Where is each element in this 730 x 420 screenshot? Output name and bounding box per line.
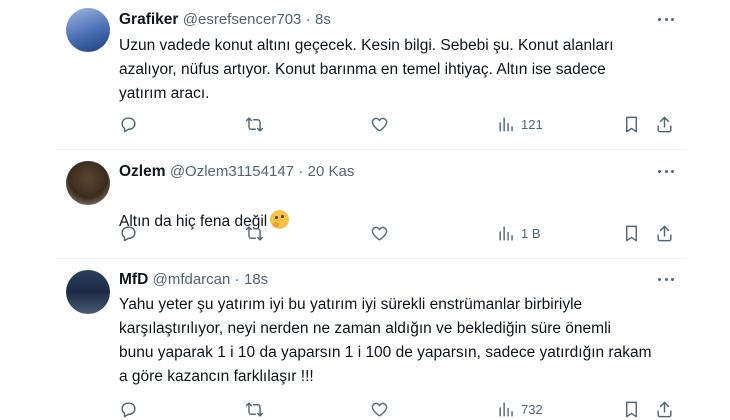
more-icon[interactable] xyxy=(656,269,676,289)
like-button[interactable] xyxy=(370,398,389,420)
more-icon[interactable] xyxy=(656,9,676,29)
reply-button[interactable] xyxy=(119,222,138,244)
views-count: 121 xyxy=(521,116,543,132)
retweet-icon xyxy=(245,225,264,241)
share-button[interactable] xyxy=(655,398,674,420)
avatar[interactable] xyxy=(66,270,110,314)
tweet-header: Ozlem @Ozlem31154147 · 20 Kas xyxy=(119,162,354,182)
retweet-button[interactable] xyxy=(245,398,264,420)
like-button[interactable] xyxy=(370,222,389,244)
views-count: 732 xyxy=(521,401,543,417)
views-button[interactable]: 732 xyxy=(497,398,543,420)
separator: · xyxy=(298,163,304,180)
tweet-header: Grafiker @esrefsencer703 · 8s xyxy=(119,10,331,30)
reply-button[interactable] xyxy=(119,113,138,135)
more-icon[interactable] xyxy=(656,161,676,181)
bookmark-button[interactable] xyxy=(622,222,641,244)
views-button[interactable]: 1 B xyxy=(497,222,541,244)
retweet-button[interactable] xyxy=(245,222,264,244)
retweet-button[interactable] xyxy=(245,113,264,135)
like-icon xyxy=(371,226,388,241)
author-handle[interactable]: @mfdarcan xyxy=(153,271,231,288)
action-bar: 121 xyxy=(0,113,730,135)
views-button[interactable]: 121 xyxy=(497,113,543,135)
bookmark-icon xyxy=(626,401,637,417)
reply-button[interactable] xyxy=(119,398,138,420)
like-icon xyxy=(371,117,388,132)
like-button[interactable] xyxy=(370,113,389,135)
author-name[interactable]: MfD xyxy=(119,271,148,288)
share-icon xyxy=(657,401,672,417)
bookmark-icon xyxy=(626,225,637,241)
tweet[interactable]: MfD @mfdarcan · 18s Yahu yeter şu yatırı… xyxy=(0,259,730,420)
tweet[interactable]: Ozlem @Ozlem31154147 · 20 Kas Altın da h… xyxy=(0,150,730,258)
timestamp[interactable]: 8s xyxy=(315,11,331,28)
share-icon xyxy=(657,225,672,241)
action-bar: 1 B xyxy=(0,222,730,244)
reply-icon xyxy=(121,225,136,241)
separator: · xyxy=(305,11,311,28)
reply-icon xyxy=(121,116,136,132)
bookmark-icon xyxy=(626,116,637,132)
views-icon xyxy=(499,225,513,241)
share-button[interactable] xyxy=(655,113,674,135)
tweet-text: Uzun vadede konut altını geçecek. Kesin … xyxy=(119,37,614,102)
avatar[interactable] xyxy=(66,8,110,52)
like-icon xyxy=(371,402,388,417)
share-button[interactable] xyxy=(655,222,674,244)
bookmark-button[interactable] xyxy=(622,398,641,420)
retweet-icon xyxy=(245,401,264,417)
author-handle[interactable]: @Ozlem31154147 xyxy=(170,163,294,180)
author-handle[interactable]: @esrefsencer703 xyxy=(183,11,302,28)
timestamp[interactable]: 20 Kas xyxy=(308,163,355,180)
action-bar: 732 xyxy=(0,398,730,420)
tweet-header: MfD @mfdarcan · 18s xyxy=(119,270,268,290)
tweet[interactable]: Grafiker @esrefsencer703 · 8s Uzun vaded… xyxy=(0,0,730,150)
share-icon xyxy=(657,116,672,132)
separator: · xyxy=(234,271,240,288)
timestamp[interactable]: 18s xyxy=(244,271,268,288)
tweet-text: Yahu yeter şu yatırım iyi bu yatırım iyi… xyxy=(119,296,652,385)
author-name[interactable]: Ozlem xyxy=(119,163,166,180)
author-name[interactable]: Grafiker xyxy=(119,11,178,28)
views-icon xyxy=(499,116,513,132)
avatar[interactable] xyxy=(66,161,110,205)
retweet-icon xyxy=(245,116,264,132)
reply-icon xyxy=(121,401,136,417)
views-count: 1 B xyxy=(521,225,541,241)
views-icon xyxy=(499,401,513,417)
bookmark-button[interactable] xyxy=(622,113,641,135)
